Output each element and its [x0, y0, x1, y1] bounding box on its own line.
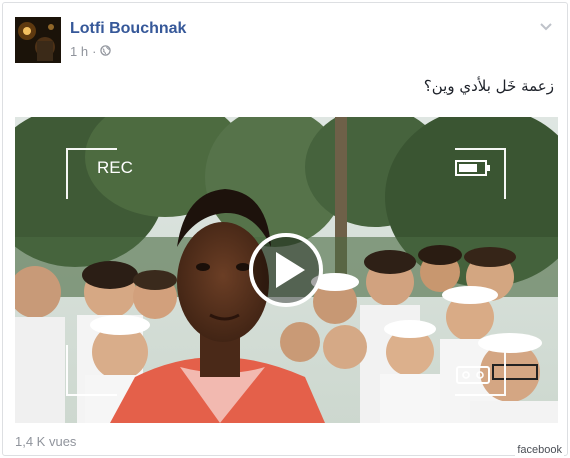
post-text: زعمة خَل بلأدي وين؟ [423, 77, 554, 95]
post-time[interactable]: 1 h [70, 44, 88, 59]
video-player[interactable]: REC [15, 117, 558, 423]
chevron-down-icon[interactable] [539, 19, 553, 37]
meta-separator: · [92, 44, 97, 59]
author-name-link[interactable]: Lotfi Bouchnak [70, 20, 186, 38]
rec-label: REC [97, 158, 133, 177]
image-credit: facebook [515, 444, 564, 456]
globe-icon[interactable] [100, 44, 112, 59]
post-meta: 1 h · [70, 44, 112, 59]
view-count: 1,4 K vues [15, 434, 77, 449]
avatar[interactable] [15, 17, 61, 63]
play-icon[interactable] [249, 233, 323, 307]
post-card: Lotfi Bouchnak 1 h · زعمة خَل بلأدي وين؟ [2, 2, 568, 456]
